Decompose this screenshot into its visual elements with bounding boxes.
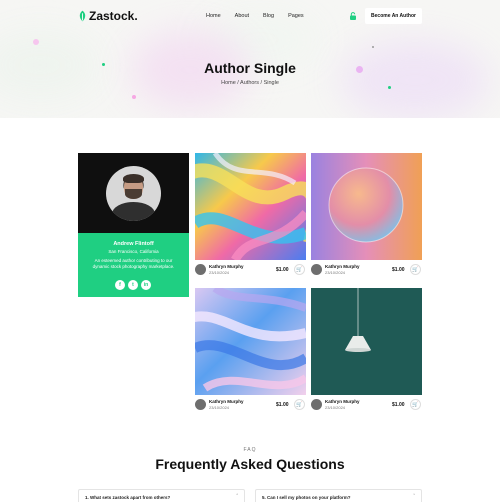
product-date: 23/10/2024 [325,270,346,275]
faq-question[interactable]: 1. What sets zastock apart from others? [85,495,170,500]
seller-avatar [311,399,322,410]
seller-name[interactable]: Kathryn Murphy [325,264,360,269]
author-card: Andrew Flintoff San Francisco, Californi… [78,153,189,297]
nav-item-pages[interactable]: Pages [288,13,304,19]
twitter-icon[interactable]: t [128,280,138,290]
product-meta: Kathryn Murphy 23/10/2024 $1.00 🛒 [311,397,422,413]
author-info-panel: Andrew Flintoff San Francisco, Californi… [78,233,189,297]
product-price: $1.00 [276,267,289,273]
faq-item[interactable]: 5. Can I sell my photos on your platform… [255,489,422,502]
linkedin-icon[interactable]: in [141,280,151,290]
facebook-icon[interactable]: f [115,280,125,290]
product-price: $1.00 [392,402,405,408]
product-card[interactable]: Kathryn Murphy 23/10/2024 $1.00 🛒 [311,153,422,278]
author-bio: An esteemed author contributing to our d… [92,258,175,269]
seller-avatar [195,399,206,410]
product-image-lamp[interactable] [311,288,422,395]
logo[interactable]: Zastock. [78,9,138,23]
seller-avatar [195,264,206,275]
breadcrumb[interactable]: Home / Authors / Single [0,80,500,86]
faq-tag: FAQ [243,447,257,453]
author-name: Andrew Flintoff [113,241,154,247]
become-author-button[interactable]: Become An Author [365,8,422,24]
author-avatar [106,166,161,221]
cart-icon[interactable]: 🛒 [294,399,305,410]
faq-item[interactable]: 1. What sets zastock apart from others? … [78,489,245,502]
social-links: f t in [115,280,151,290]
brand-name: Zastock. [89,9,138,23]
cart-icon[interactable]: 🛒 [410,399,421,410]
nav-item-about[interactable]: About [235,13,249,19]
product-image-marble[interactable] [195,288,306,395]
product-card[interactable]: Kathryn Murphy 23/10/2024 $1.00 🛒 [311,288,422,413]
product-price: $1.00 [276,402,289,408]
product-date: 23/10/2024 [209,405,230,410]
product-date: 23/10/2024 [209,270,230,275]
leaf-logo-icon [79,10,86,22]
chevron-up-icon[interactable]: ˆ [236,494,238,500]
nav-item-blog[interactable]: Blog [263,13,274,19]
author-photo-panel [78,153,189,233]
product-image-fluid-art[interactable] [195,153,306,260]
product-date: 23/10/2024 [325,405,346,410]
seller-avatar [311,264,322,275]
faq-title: Frequently Asked Questions [155,456,345,472]
author-location: San Francisco, California [108,249,159,254]
product-card[interactable]: Kathryn Murphy 23/10/2024 $1.00 🛒 [195,288,306,413]
product-meta: Kathryn Murphy 23/10/2024 $1.00 🛒 [195,397,306,413]
hero-section: Zastock. Home About Blog Pages Become An… [0,0,500,118]
product-meta: Kathryn Murphy 23/10/2024 $1.00 🛒 [195,262,306,278]
seller-name[interactable]: Kathryn Murphy [325,399,360,404]
product-meta: Kathryn Murphy 23/10/2024 $1.00 🛒 [311,262,422,278]
lock-icon[interactable] [349,12,357,20]
faq-question[interactable]: 5. Can I sell my photos on your platform… [262,495,351,500]
nav-item-home[interactable]: Home [206,13,221,19]
chevron-down-icon[interactable]: ˇ [413,494,415,500]
product-image-sphere[interactable] [311,153,422,260]
product-card[interactable]: Kathryn Murphy 23/10/2024 $1.00 🛒 [195,153,306,278]
main-menu: Home About Blog Pages [206,13,318,19]
seller-name[interactable]: Kathryn Murphy [209,399,244,404]
product-price: $1.00 [392,267,405,273]
seller-name[interactable]: Kathryn Murphy [209,264,244,269]
cart-icon[interactable]: 🛒 [294,264,305,275]
page-title: Author Single [204,60,296,76]
top-nav: Zastock. Home About Blog Pages Become An… [0,0,500,32]
cart-icon[interactable]: 🛒 [410,264,421,275]
